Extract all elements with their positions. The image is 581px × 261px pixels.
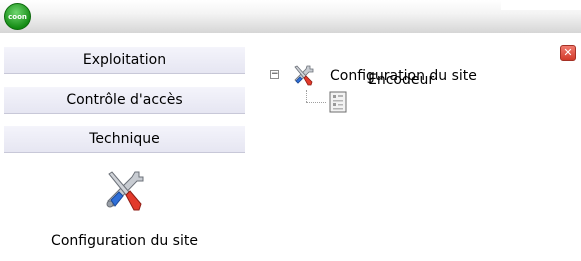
tools-icon — [106, 171, 144, 211]
tree-collapse-toggle[interactable]: − — [270, 70, 279, 79]
sidebar-item-label: Exploitation — [82, 52, 167, 68]
tree-connector — [306, 90, 307, 102]
sidebar-item-exploitation[interactable]: Exploitation — [4, 46, 245, 74]
sidebar-item-label: Contrôle d'accès — [66, 92, 183, 108]
sidebar-item-controle-acces[interactable]: Contrôle d'accès — [4, 86, 245, 114]
close-button[interactable]: ✕ — [560, 45, 576, 61]
sidebar-item-label: Technique — [89, 131, 160, 147]
tools-icon — [294, 65, 314, 86]
sidebar-item-technique[interactable]: Technique — [4, 125, 245, 153]
tool-label: Configuration du site — [51, 233, 198, 249]
tool-configuration-site[interactable]: Configuration du site — [4, 158, 245, 261]
title-bar: coon — [0, 0, 581, 33]
tree-connector — [306, 102, 326, 103]
tree-child-label[interactable]: Encodeur — [368, 72, 434, 88]
app-logo-text: coon — [8, 13, 27, 21]
encoder-icon — [329, 91, 347, 113]
app-logo-icon: coon — [4, 3, 31, 30]
tree-view: − Configuration du site Encodeur — [264, 62, 564, 142]
